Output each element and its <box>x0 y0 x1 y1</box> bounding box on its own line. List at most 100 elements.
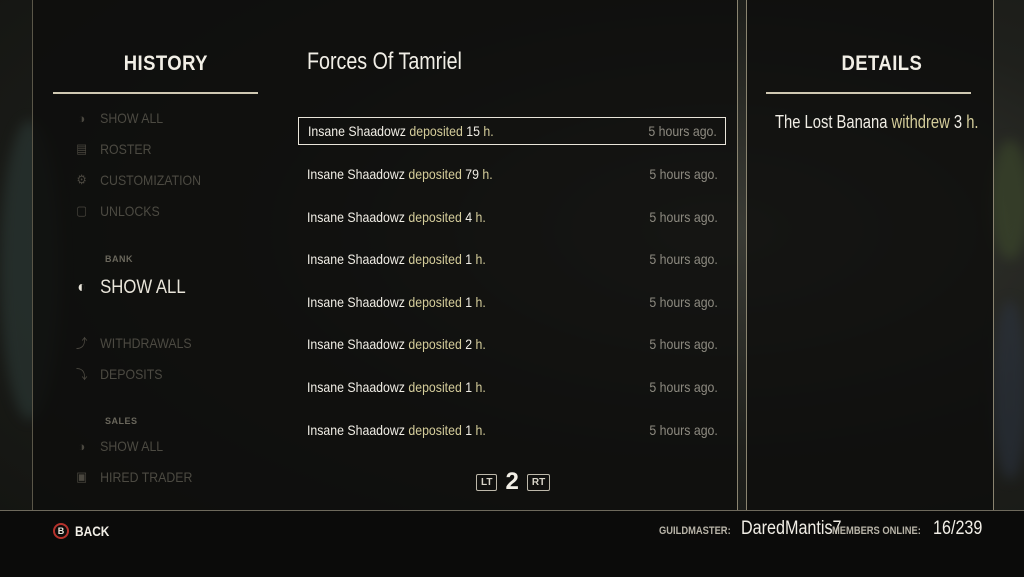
nav-item-label: CUSTOMIZATION <box>100 172 202 188</box>
nav-item-label: SHOW ALL <box>100 277 186 298</box>
guildmaster-status: GUILDMASTER: DaredMantis7 <box>659 518 860 540</box>
prev-page-button[interactable]: LT <box>476 473 498 491</box>
event-amount: 15 <box>466 123 480 139</box>
event-time: 5 hours ago. <box>649 294 718 310</box>
members-online-status: MEMBERS ONLINE: 16/239 <box>832 518 991 540</box>
nav-item-roster[interactable]: ▤ ROSTER <box>72 141 152 157</box>
member-name: Insane Shaadowz <box>307 422 405 438</box>
details-panel <box>746 0 994 510</box>
event-time: 5 hours ago. <box>649 336 718 352</box>
event-time: 5 hours ago. <box>649 166 718 182</box>
nav-item-customization[interactable]: ⚙ CUSTOMIZATION <box>72 172 201 188</box>
details-action: withdrew <box>891 112 950 132</box>
event-amount: 4 <box>465 209 473 225</box>
event-row[interactable]: Insane Shaadowz deposited 79 h. 5 hours … <box>298 160 726 188</box>
details-unit: h. <box>966 112 979 132</box>
event-time: 5 hours ago. <box>649 379 718 395</box>
event-unit: h. <box>475 251 486 267</box>
history-heading-rule <box>53 92 258 94</box>
event-amount: 79 <box>465 166 479 182</box>
event-text: Insane Shaadowz deposited 2 h. <box>307 336 486 352</box>
nav-item-hired-trader[interactable]: ▣ HIRED TRADER <box>72 469 192 485</box>
nav-item-label: DEPOSITS <box>100 365 163 382</box>
event-text: Insane Shaadowz deposited 1 h. <box>307 294 486 310</box>
event-text: Insane Shaadowz deposited 1 h. <box>307 379 486 395</box>
event-unit: h. <box>482 166 493 182</box>
event-action: deposited <box>408 166 462 182</box>
event-time: 5 hours ago. <box>648 123 717 139</box>
members-online-count: 16/239 <box>932 518 982 539</box>
event-action: deposited <box>408 294 462 310</box>
event-action: deposited <box>409 123 463 139</box>
event-time: 5 hours ago. <box>649 209 718 225</box>
pager: LT 2 RT <box>476 468 551 496</box>
history-heading: HISTORY <box>123 52 208 75</box>
nav-item-sales-show-all[interactable]: ◑ SHOW ALL <box>72 438 163 454</box>
event-text: Insane Shaadowz deposited 79 h. <box>307 166 493 182</box>
roster-icon: ▤ <box>76 141 88 156</box>
event-amount: 1 <box>465 294 473 310</box>
event-unit: h. <box>475 209 486 225</box>
nav-item-label: SHOW ALL <box>100 110 164 126</box>
nav-item-label: WITHDRAWALS <box>100 334 192 351</box>
nav-item-withdrawals[interactable]: ⤴ WITHDRAWALS <box>72 333 192 352</box>
nav-item-label: HIRED TRADER <box>100 469 193 485</box>
b-button-icon: B <box>53 523 69 539</box>
event-text: Insane Shaadowz deposited 15 h. <box>308 123 494 139</box>
event-time: 5 hours ago. <box>649 251 718 267</box>
member-name: Insane Shaadowz <box>307 166 405 182</box>
nav-item-unlocks[interactable]: ▢ UNLOCKS <box>72 203 160 219</box>
member-name: Insane Shaadowz <box>307 336 405 352</box>
nav-item-label: SHOW ALL <box>100 438 164 454</box>
nav-item-show-all[interactable]: ◑ SHOW ALL <box>72 110 163 126</box>
event-action: deposited <box>408 251 462 267</box>
details-heading-rule <box>766 92 971 94</box>
member-name: Insane Shaadowz <box>307 294 405 310</box>
event-unit: h. <box>475 294 486 310</box>
nav-item-bank-show-all[interactable]: ◐ SHOW ALL <box>72 277 186 299</box>
event-action: deposited <box>408 336 462 352</box>
event-row[interactable]: Insane Shaadowz deposited 1 h. 5 hours a… <box>298 373 726 401</box>
member-name: Insane Shaadowz <box>307 209 405 225</box>
eye-icon: ◐ <box>77 279 86 296</box>
event-row[interactable]: Insane Shaadowz deposited 15 h. 5 hours … <box>298 117 726 145</box>
next-page-button[interactable]: RT <box>526 473 551 491</box>
guildmaster-label: GUILDMASTER: <box>659 525 731 537</box>
background-foliage <box>992 300 1024 480</box>
eye-icon: ◑ <box>78 110 86 126</box>
details-heading: DETAILS <box>841 52 923 75</box>
details-amount: 3 <box>953 112 963 132</box>
event-row[interactable]: Insane Shaadowz deposited 4 h. 5 hours a… <box>298 203 726 231</box>
member-name: Insane Shaadowz <box>307 379 405 395</box>
guild-name: Forces Of Tamriel <box>307 48 462 75</box>
page-number: 2 <box>505 468 519 495</box>
event-unit: h. <box>483 123 494 139</box>
event-text: Insane Shaadowz deposited 1 h. <box>307 251 486 267</box>
bank-section-label: BANK <box>105 254 133 264</box>
member-name: Insane Shaadowz <box>307 251 405 267</box>
nav-item-label: UNLOCKS <box>100 203 160 219</box>
back-label: BACK <box>75 523 110 539</box>
event-row[interactable]: Insane Shaadowz deposited 1 h. 5 hours a… <box>298 288 726 316</box>
details-event-text: The Lost Banana withdrew 3 h. <box>775 112 979 133</box>
event-action: deposited <box>408 209 462 225</box>
guildmaster-name: DaredMantis7 <box>741 518 842 539</box>
event-amount: 1 <box>465 422 473 438</box>
member-name: Insane Shaadowz <box>308 123 406 139</box>
event-amount: 2 <box>465 336 473 352</box>
event-unit: h. <box>475 422 486 438</box>
event-amount: 1 <box>465 379 473 395</box>
nav-item-label: ROSTER <box>100 141 152 157</box>
members-online-label: MEMBERS ONLINE: <box>832 525 921 537</box>
nav-item-deposits[interactable]: ⤵ DEPOSITS <box>72 364 163 383</box>
back-button[interactable]: B BACK <box>53 523 115 539</box>
sales-section-label: SALES <box>105 416 138 426</box>
background-foliage <box>990 140 1024 260</box>
trader-icon: ▣ <box>76 469 88 484</box>
details-member-name: The Lost Banana <box>775 112 888 132</box>
unlock-icon: ▢ <box>76 203 88 218</box>
event-row[interactable]: Insane Shaadowz deposited 2 h. 5 hours a… <box>298 330 726 358</box>
event-unit: h. <box>475 379 486 395</box>
event-row[interactable]: Insane Shaadowz deposited 1 h. 5 hours a… <box>298 245 726 273</box>
event-row[interactable]: Insane Shaadowz deposited 1 h. 5 hours a… <box>298 416 726 444</box>
